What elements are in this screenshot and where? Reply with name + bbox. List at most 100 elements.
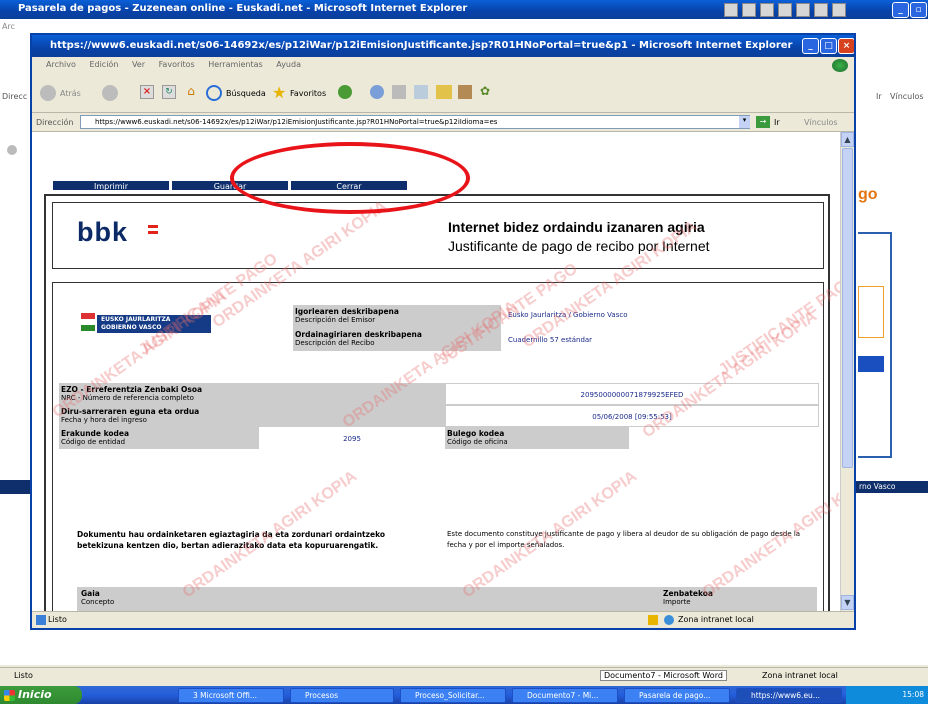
intranet-zone-icon [664,615,674,625]
stop-icon[interactable]: × [140,85,154,99]
outer-logo-icon [7,145,17,155]
highlight-circle [230,142,470,214]
inner-menu-bar: Archivo Edición Ver Favoritos Herramient… [32,57,854,73]
scroll-down-icon[interactable]: ▼ [841,595,854,610]
address-dropdown-icon[interactable]: ▾ [739,116,750,128]
bbk-accent-mark-2 [148,231,158,234]
vertical-scrollbar[interactable]: ▲ ▼ [840,132,854,611]
outer-maximize-button[interactable]: ▫ [910,2,927,18]
edit-icon[interactable] [414,85,428,99]
messenger-icon[interactable]: ✿ [480,85,494,99]
mail-icon[interactable] [370,85,384,99]
outer-status-doc: Documento7 - Microsoft Word [600,670,727,681]
nrc-value: 2095000000071879925EFED [580,391,684,399]
entity-label-eu: Erakunde kodea [61,429,130,438]
concept-label-eu: Gaia [81,589,100,598]
outer-status-bar: Listo Documento7 - Microsoft Word Zona i… [0,667,928,684]
outer-address-fragment: Direcc [2,92,28,101]
home-icon[interactable]: ⌂ [184,85,198,99]
menu-ayuda[interactable]: Ayuda [276,60,301,69]
search-label[interactable]: Búsqueda [226,89,266,98]
page-content: Imprimir Guardar Cerrar bbk Internet bid… [32,132,840,611]
issuer-label-es: Descripción del Emisor [295,316,376,324]
favorites-star-icon[interactable]: ★ [272,83,286,102]
menu-ver[interactable]: Ver [132,60,145,69]
outer-left-bar [0,480,30,494]
task-pasarela[interactable]: Pasarela de pago... [624,688,730,703]
address-label: Dirección [36,118,74,127]
research-icon[interactable] [458,85,472,99]
system-tray: 15:08 [846,686,928,704]
print-button[interactable]: Imprimir [52,180,170,191]
task-proceso-solicitar[interactable]: Proceso_Solicitar... [400,688,506,703]
windows-logo-icon [832,59,848,72]
office-label-eu: Bulego kodea [447,429,505,438]
go-label[interactable]: Ir [774,118,780,127]
inner-window: https://www6.euskadi.net/s06-14692x/es/p… [30,33,856,630]
receipt-desc-label: Ordainagiriaren deskribapena Descripción … [295,330,422,348]
inner-maximize-button[interactable]: □ [820,38,837,54]
task-https[interactable]: https://www6.eu... [736,688,842,703]
menu-herramientas[interactable]: Herramientas [208,60,263,69]
menu-favoritos[interactable]: Favoritos [159,60,195,69]
outer-menu-fragment: Arc [2,22,15,31]
folder-icon[interactable] [436,85,452,99]
menu-archivo[interactable]: Archivo [46,60,76,69]
search-icon[interactable] [206,85,222,101]
scroll-thumb[interactable] [842,148,853,468]
inner-window-title: https://www6.euskadi.net/s06-14692x/es/p… [50,40,793,51]
page-icon [36,615,46,625]
history-icon[interactable] [338,85,352,99]
menu-edicion[interactable]: Edición [89,60,118,69]
outer-page-bar [858,356,884,372]
outer-go-label[interactable]: Ir [876,92,882,101]
refresh-icon[interactable]: ↻ [162,85,176,99]
date-label-eu: Diru-sarreraren eguna eta ordua [61,407,200,416]
amount-label-es: Importe [663,598,691,606]
inner-status-text: Listo [48,615,67,624]
receipt-title-eu: Internet bidez ordaindu izanaren agiria [448,219,705,235]
inner-status-bar: Listo Zona intranet local [32,611,854,628]
issuer-label-eu: Igorlearen deskribapena [295,307,399,316]
task-documento7[interactable]: Documento7 - Mi... [512,688,618,703]
outer-links-label[interactable]: Vínculos [890,92,924,101]
start-label: Inicio [18,688,52,701]
gov-shield-icon [81,313,95,331]
concept-label: Gaia Concepto [81,589,114,607]
inner-status-zone: Zona intranet local [678,615,754,624]
windows-flag-icon [4,690,15,701]
date-label: Diru-sarreraren eguna eta ordua Fecha y h… [61,407,199,425]
inner-close-button[interactable]: × [838,38,854,54]
outer-status-text: Listo [14,671,33,680]
date-label-es: Fecha y hora del ingreso [61,416,147,424]
scroll-up-icon[interactable]: ▲ [841,132,854,147]
receipt-label-eu: Ordainagiriaren deskribapena [295,330,422,339]
back-label[interactable]: Atrás [60,89,81,98]
receipt-label-es: Descripción del Recibo [295,339,375,347]
office-label: Bulego kodea Código de oficina [447,429,508,447]
back-icon[interactable] [40,85,56,101]
outer-page-frame [858,232,892,458]
issuer-label: Igorlearen deskribapena Descripción del E… [295,307,399,325]
inner-minimize-button[interactable]: _ [802,38,819,54]
links-label[interactable]: Vínculos [804,118,838,127]
entity-value: 2095 [343,435,361,443]
outer-logo-fragment: go [858,186,878,203]
print-icon[interactable] [392,85,406,99]
inner-title-bar: https://www6.euskadi.net/s06-14692x/es/p… [32,35,854,57]
bbk-accent-mark-1 [148,225,158,228]
task-procesos[interactable]: Procesos [290,688,394,703]
inner-address-bar: Dirección https://www6.euskadi.net/s06-1… [32,113,854,132]
inner-toolbar: Atrás × ↻ ⌂ Búsqueda ★ Favoritos ✿ [32,73,854,113]
outer-title-icons [724,3,884,17]
forward-icon[interactable] [102,85,118,101]
entity-label-es: Código de entidad [61,438,126,446]
outer-gov-bar: rno Vasco [856,481,928,493]
favorites-label[interactable]: Favoritos [290,89,326,98]
go-arrow-icon[interactable]: → [756,116,770,128]
receipt-frame: bbk Internet bidez ordaindu izanaren agi… [44,194,840,611]
lock-icon [648,615,658,625]
outer-minimize-button[interactable]: _ [892,2,909,18]
address-input[interactable]: https://www6.euskadi.net/s06-14692x/es/p… [80,115,750,129]
task-office[interactable]: 3 Microsoft Offi... [178,688,284,703]
